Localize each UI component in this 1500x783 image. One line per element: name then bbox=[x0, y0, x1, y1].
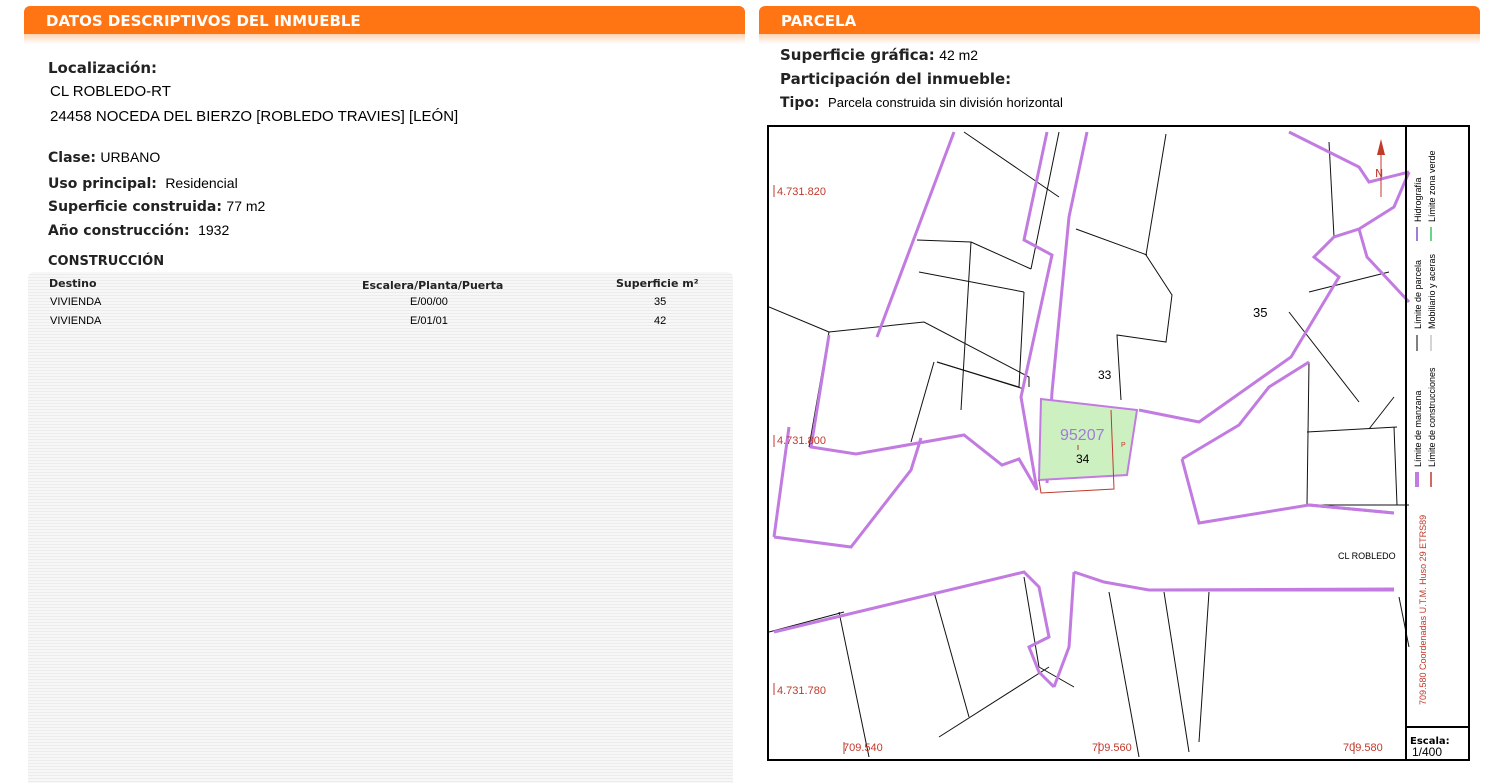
superficie-field: Superficie construida: 77 m2 bbox=[48, 198, 265, 216]
descriptive-data-title: DATOS DESCRIPTIVOS DEL INMUEBLE bbox=[46, 12, 361, 30]
clase-field: Clase: URBANO bbox=[48, 149, 160, 167]
y-coord-middle: 4.731.800 bbox=[777, 435, 826, 447]
legend-coordinates: 709.580 Coordenadas U.T.M. Huso 29 ETRS8… bbox=[1418, 515, 1428, 705]
construccion-title: CONSTRUCCIÓN bbox=[48, 254, 165, 269]
row-destino: VIVIENDA bbox=[50, 315, 102, 327]
ano-field: Año construcción: 1932 bbox=[48, 222, 229, 240]
cadastral-map[interactable]: 95207 34 33 35 CL ROBLEDO P 4.731.820 4.… bbox=[767, 125, 1470, 761]
parcela-header: PARCELA bbox=[759, 6, 1480, 44]
row-escalera: E/00/00 bbox=[410, 296, 448, 308]
row-escalera: E/01/01 bbox=[410, 315, 448, 327]
parcel-number-label: 34 bbox=[1076, 452, 1090, 466]
descriptive-data-header: DATOS DESCRIPTIVOS DEL INMUEBLE bbox=[24, 6, 745, 44]
legend-manzana: Límite de manzana bbox=[1413, 390, 1423, 467]
address-line-1: CL ROBLEDO-RT bbox=[50, 83, 171, 100]
legend-zona-verde: Límite zona verde bbox=[1427, 150, 1437, 222]
sup-grafica-value: 42 m2 bbox=[939, 47, 979, 63]
table-header-escalera: Escalera/Planta/Puerta bbox=[362, 279, 504, 292]
parcel-p-mark: P bbox=[1121, 442, 1126, 449]
sup-grafica-field: Superficie gráfica: 42 m2 bbox=[780, 46, 978, 65]
ano-value: 1932 bbox=[198, 222, 230, 238]
construction-table: Destino Escalera/Planta/Puerta Superfici… bbox=[28, 272, 733, 783]
uso-field: Uso principal: Residencial bbox=[48, 175, 238, 193]
clase-label: Clase: bbox=[48, 150, 96, 166]
y-coord-bottom: 4.731.780 bbox=[777, 685, 826, 697]
x-coord-right: 709.580 bbox=[1343, 742, 1383, 754]
tipo-value: Parcela construida sin división horizont… bbox=[828, 95, 1063, 110]
localizacion-label: Localización: bbox=[48, 59, 158, 77]
ano-label: Año construcción: bbox=[48, 223, 190, 239]
scale-value: 1/400 bbox=[1412, 745, 1442, 759]
svg-text:N: N bbox=[1375, 167, 1383, 180]
legend-parcela: Límite de parcela bbox=[1413, 260, 1423, 329]
table-header-destino: Destino bbox=[49, 277, 97, 290]
uso-label: Uso principal: bbox=[48, 176, 157, 192]
legend-construcciones: Límite de construcciones bbox=[1427, 367, 1437, 467]
clase-value: URBANO bbox=[100, 149, 161, 165]
row-superficie: 35 bbox=[654, 296, 667, 308]
row-superficie: 42 bbox=[654, 315, 667, 327]
x-coord-middle: 709.560 bbox=[1092, 742, 1132, 754]
superficie-value: 77 m2 bbox=[226, 198, 266, 214]
parcel-id-label: 95207 bbox=[1060, 427, 1105, 444]
legend-hidrografia: Hidrografía bbox=[1413, 177, 1423, 222]
participacion-label: Participación del inmueble: bbox=[780, 70, 1012, 88]
x-coord-left: 709.540 bbox=[843, 742, 883, 754]
uso-value: Residencial bbox=[165, 175, 238, 191]
neighbor-parcel-35: 35 bbox=[1253, 305, 1267, 320]
superficie-label: Superficie construida: bbox=[48, 199, 222, 215]
row-destino: VIVIENDA bbox=[50, 296, 102, 308]
address-line-2: 24458 NOCEDA DEL BIERZO [ROBLEDO TRAVIES… bbox=[50, 108, 459, 125]
y-coord-top: 4.731.820 bbox=[777, 186, 826, 198]
tipo-field: Tipo: Parcela construida sin división ho… bbox=[780, 94, 1063, 112]
legend-mobiliario: Mobiliario y aceras bbox=[1427, 253, 1437, 329]
north-arrow-icon: N bbox=[1375, 139, 1385, 197]
sup-grafica-label: Superficie gráfica: bbox=[780, 46, 935, 64]
neighbor-parcel-33: 33 bbox=[1098, 368, 1112, 382]
parcela-title: PARCELA bbox=[781, 12, 857, 30]
map-legend: Límite de manzana Límite de parcela Hidr… bbox=[1410, 150, 1450, 759]
tipo-label: Tipo: bbox=[780, 95, 820, 111]
table-header-superficie: Superficie m² bbox=[616, 277, 699, 290]
street-label: CL ROBLEDO bbox=[1338, 551, 1396, 561]
